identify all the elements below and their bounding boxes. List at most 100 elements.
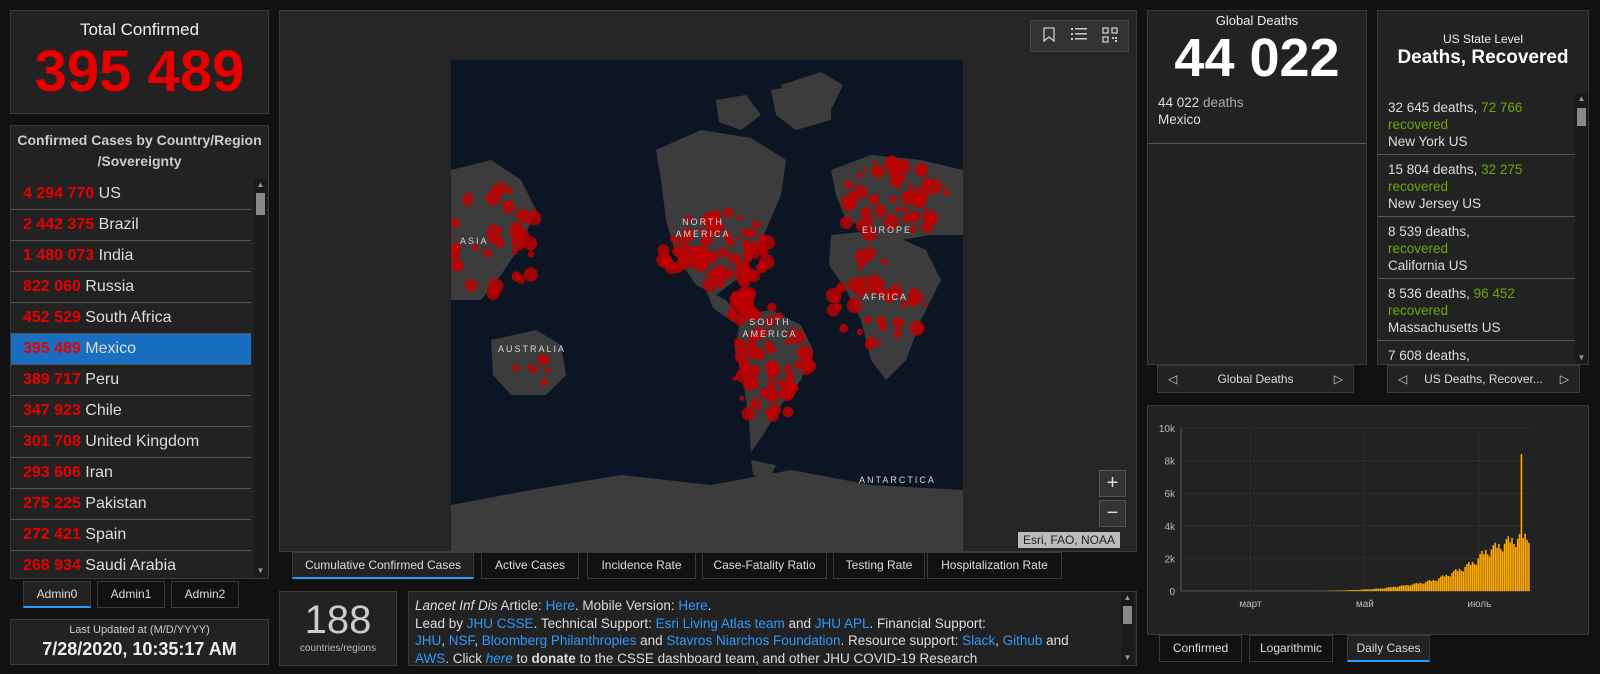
article-link[interactable]: Here xyxy=(546,598,575,613)
case-dot[interactable] xyxy=(781,380,791,391)
case-dot[interactable] xyxy=(855,250,871,266)
case-dot[interactable] xyxy=(892,329,902,339)
case-dot[interactable] xyxy=(757,245,764,252)
country-row[interactable]: 272 421 Spain xyxy=(11,520,251,551)
tab-active-cases[interactable]: Active Cases xyxy=(481,552,579,579)
case-dot[interactable] xyxy=(683,245,696,257)
case-dot[interactable] xyxy=(532,209,537,215)
case-dot[interactable] xyxy=(733,339,747,352)
case-dot[interactable] xyxy=(923,208,929,214)
case-dot[interactable] xyxy=(839,323,849,333)
country-row[interactable]: 452 529 South Africa xyxy=(11,303,251,334)
case-dot[interactable] xyxy=(792,386,797,391)
case-dot[interactable] xyxy=(907,183,914,190)
case-dot[interactable] xyxy=(694,259,708,273)
case-dot[interactable] xyxy=(804,360,817,373)
case-dot[interactable] xyxy=(910,210,920,220)
case-dot[interactable] xyxy=(752,220,761,229)
case-dot[interactable] xyxy=(512,364,521,372)
case-dot[interactable] xyxy=(876,340,883,347)
scroll-thumb[interactable] xyxy=(1577,108,1586,126)
slack-link[interactable]: Slack xyxy=(962,633,995,648)
stavros-link[interactable]: Stavros Niarchos Foundation xyxy=(666,633,840,648)
case-dot[interactable] xyxy=(523,236,538,251)
case-dot[interactable] xyxy=(528,364,536,372)
case-dot[interactable] xyxy=(516,209,531,224)
case-dot[interactable] xyxy=(773,362,778,367)
case-dot[interactable] xyxy=(759,265,766,272)
case-dot[interactable] xyxy=(758,233,767,243)
tab-confirmed[interactable]: Confirmed xyxy=(1159,635,1242,662)
tab-hospitalization-rate[interactable]: Hospitalization Rate xyxy=(927,552,1062,579)
bloomberg-link[interactable]: Bloomberg Philanthropies xyxy=(482,633,637,648)
case-dot[interactable] xyxy=(523,267,538,282)
us-state-row[interactable]: 8 539 deaths, recovered California US xyxy=(1378,217,1575,279)
case-dot[interactable] xyxy=(739,395,745,401)
case-dot[interactable] xyxy=(498,229,503,234)
case-dot[interactable] xyxy=(745,340,757,352)
case-dot[interactable] xyxy=(464,279,478,292)
donate-here-link[interactable]: here xyxy=(486,651,513,666)
case-dot[interactable] xyxy=(706,269,715,278)
case-dot[interactable] xyxy=(719,272,724,277)
global-deaths-row[interactable]: 44 022 deaths Mexico xyxy=(1148,94,1366,144)
country-row[interactable]: 293 606 Iran xyxy=(11,458,251,489)
tab-admin1[interactable]: Admin1 xyxy=(97,581,165,608)
tab-daily-cases[interactable]: Daily Cases xyxy=(1347,635,1430,662)
list-icon[interactable] xyxy=(1069,27,1089,47)
chevron-right-icon[interactable]: ▷ xyxy=(1334,366,1343,392)
tab-case-fatality-ratio[interactable]: Case-Fatality Ratio xyxy=(702,552,827,579)
case-dot[interactable] xyxy=(835,303,843,311)
scroll-thumb[interactable] xyxy=(1123,606,1132,624)
us-state-scrollbar[interactable]: ▲ ▼ xyxy=(1575,93,1588,364)
country-row[interactable]: 268 934 Saudi Arabia xyxy=(11,551,251,578)
case-dot[interactable] xyxy=(889,158,902,171)
case-dot[interactable] xyxy=(909,189,916,196)
case-dot[interactable] xyxy=(876,316,886,327)
case-dot[interactable] xyxy=(839,216,853,230)
case-dot[interactable] xyxy=(482,248,492,258)
case-dot[interactable] xyxy=(676,258,689,271)
case-dot[interactable] xyxy=(763,386,779,403)
case-dot[interactable] xyxy=(926,178,943,195)
qr-grid-icon[interactable] xyxy=(1100,27,1120,47)
zoom-out-button[interactable]: − xyxy=(1099,500,1126,527)
us-state-row[interactable]: 7 608 deaths, recoveredIllinois US xyxy=(1378,341,1575,364)
chevron-left-icon[interactable]: ◁ xyxy=(1398,366,1407,392)
case-dot[interactable] xyxy=(889,195,898,204)
tab-admin0[interactable]: Admin0 xyxy=(23,581,91,608)
jhu-link[interactable]: JHU xyxy=(415,633,441,648)
case-dot[interactable] xyxy=(528,251,535,258)
esri-link[interactable]: Esri Living Atlas team xyxy=(656,616,785,631)
case-dot[interactable] xyxy=(785,370,795,381)
case-dot[interactable] xyxy=(717,280,725,288)
case-dot[interactable] xyxy=(734,256,741,263)
scroll-thumb[interactable] xyxy=(256,193,265,215)
case-dot[interactable] xyxy=(864,315,872,324)
case-dot[interactable] xyxy=(709,253,714,259)
mobile-version-link[interactable]: Here xyxy=(678,598,707,613)
country-row[interactable]: 4 294 770 US xyxy=(11,179,251,210)
tab-logarithmic[interactable]: Logarithmic xyxy=(1249,635,1333,662)
jhu-csse-link[interactable]: JHU CSSE xyxy=(467,616,534,631)
case-dot[interactable] xyxy=(747,228,756,238)
country-row[interactable]: 822 060 Russia xyxy=(11,272,251,303)
jhu-apl-link[interactable]: JHU APL xyxy=(815,616,870,631)
case-dot[interactable] xyxy=(863,168,868,174)
case-dot[interactable] xyxy=(462,194,474,207)
us-state-row[interactable]: 8 536 deaths, 96 452 recovered Massachuset… xyxy=(1378,279,1575,341)
country-row[interactable]: 275 225 Pakistan xyxy=(11,489,251,520)
country-list-scrollbar[interactable]: ▲ ▼ xyxy=(254,179,267,577)
case-dot[interactable] xyxy=(852,299,857,305)
case-dot[interactable] xyxy=(736,235,741,240)
country-row[interactable]: 347 923 Chile xyxy=(11,396,251,427)
tab-admin2[interactable]: Admin2 xyxy=(171,581,239,608)
case-dot[interactable] xyxy=(665,263,677,275)
country-row[interactable]: 301 708 United Kingdom xyxy=(11,427,251,458)
scroll-down-icon[interactable]: ▼ xyxy=(1121,652,1134,664)
case-dot[interactable] xyxy=(769,403,782,416)
case-dot[interactable] xyxy=(929,216,937,224)
case-dot[interactable] xyxy=(895,206,902,213)
country-row[interactable]: 389 717 Peru xyxy=(11,365,251,396)
case-dot[interactable] xyxy=(767,302,777,312)
